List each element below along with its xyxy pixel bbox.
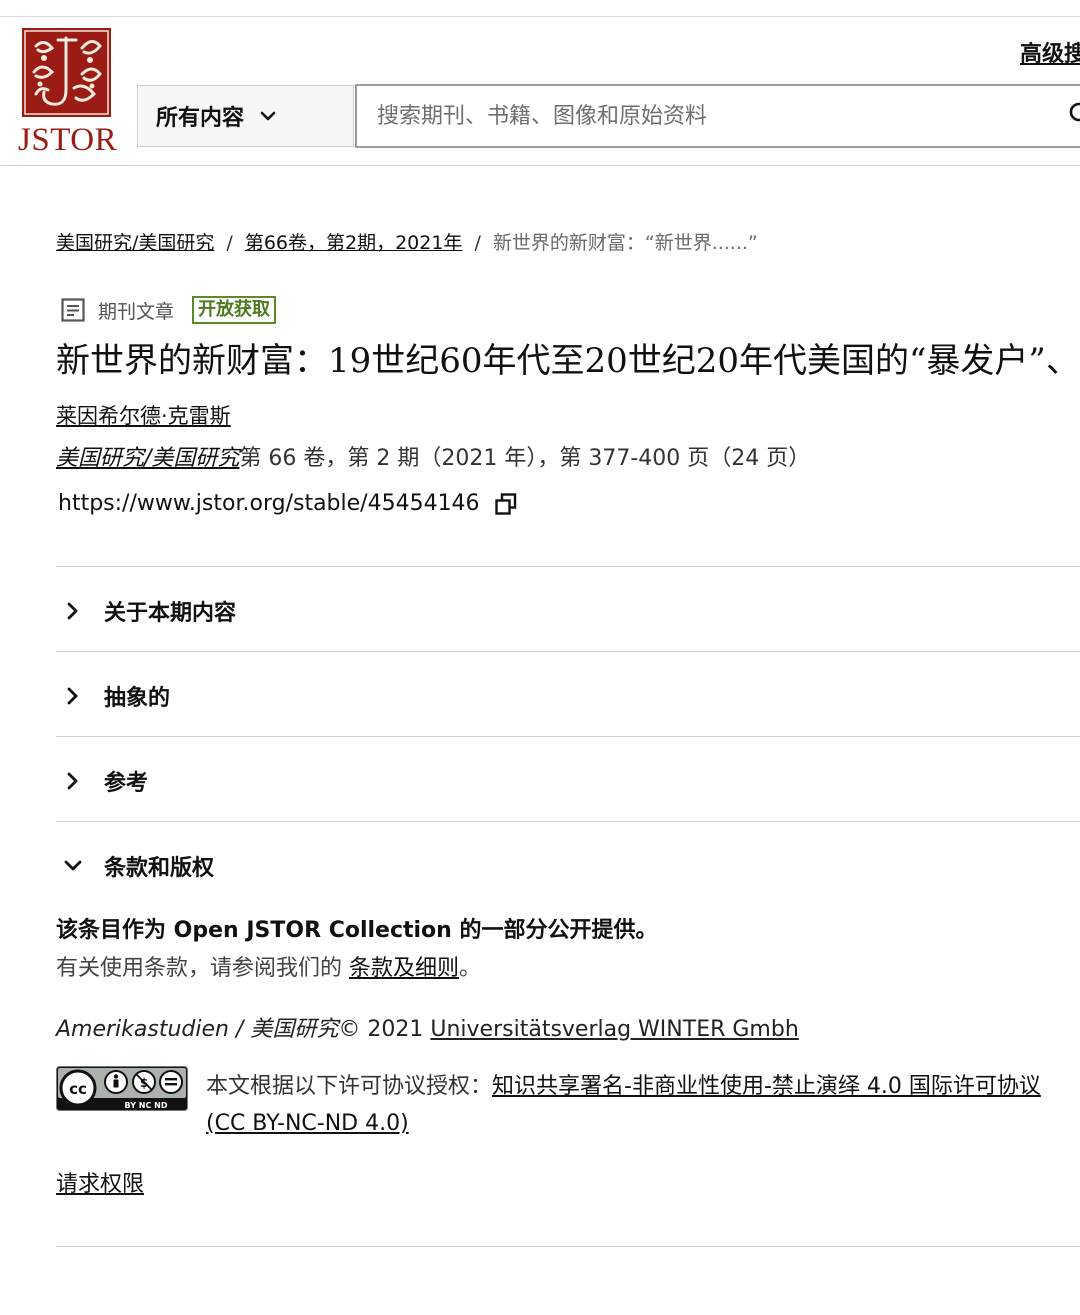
stable-url: https://www.jstor.org/stable/45454146	[58, 491, 480, 516]
copyright-journal: Amerikastudien / 美国研究	[56, 1017, 339, 1042]
accordion-references[interactable]: 参考	[62, 765, 148, 797]
jstor-logo-text: JSTOR	[18, 122, 118, 158]
chevron-down-icon	[258, 106, 278, 126]
cc-badge-label: BY NC ND	[125, 1101, 168, 1110]
usage-terms-suffix: 。	[459, 956, 482, 981]
search-icon[interactable]	[1068, 101, 1080, 127]
jstor-logo-mark	[22, 28, 111, 117]
request-permissions-link[interactable]: 请求权限	[56, 1166, 144, 1198]
header-divider	[0, 165, 1080, 166]
jstor-logo[interactable]: JSTOR	[18, 28, 118, 158]
journal-article-icon	[61, 298, 85, 322]
chevron-right-icon	[62, 770, 84, 792]
journal-link[interactable]: 美国研究/美国研究	[56, 446, 239, 471]
accordion-label: 关于本期内容	[104, 601, 237, 626]
search-input[interactable]	[375, 102, 1059, 130]
usage-terms-text: 有关使用条款，请参阅我们的	[56, 956, 349, 981]
accordion-label: 参考	[104, 771, 149, 796]
accordion-abstract[interactable]: 抽象的	[62, 680, 170, 712]
accordion-label: 抽象的	[104, 686, 171, 711]
search-scope-label: 所有内容	[156, 106, 245, 131]
article-title: 新世界的新财富：19世纪60年代至20世纪20年代美国的“暴发户”、	[56, 341, 1080, 381]
search-box	[355, 84, 1080, 148]
usage-terms-line: 有关使用条款，请参阅我们的 条款及细则。	[56, 950, 481, 982]
author-link[interactable]: 莱因希尔德·克雷斯	[56, 400, 231, 430]
breadcrumb-separator: /	[226, 232, 233, 254]
chevron-down-icon	[62, 855, 84, 877]
license-statement: 本文根据以下许可协议授权：知识共享署名-非商业性使用-禁止演绎 4.0 国际许可…	[206, 1068, 1076, 1142]
section-divider	[56, 821, 1080, 822]
license-prefix: 本文根据以下许可协议授权：	[206, 1074, 493, 1099]
svg-text:cc: cc	[69, 1080, 87, 1098]
top-divider	[0, 16, 1080, 17]
stable-url-row: https://www.jstor.org/stable/45454146	[58, 491, 518, 516]
breadcrumb-issue-link[interactable]: 第66卷，第2期，2021年	[245, 232, 463, 254]
section-divider	[56, 736, 1080, 737]
accordion-label: 条款和版权	[104, 856, 215, 881]
accordion-issue-contents[interactable]: 关于本期内容	[62, 595, 236, 627]
copy-icon[interactable]	[494, 492, 518, 516]
search-scope-dropdown[interactable]: 所有内容	[137, 85, 354, 147]
open-collection-notice: 该条目作为 Open JSTOR Collection 的一部分公开提供。	[56, 918, 658, 943]
open-access-badge: 开放获取	[192, 296, 277, 324]
terms-and-conditions-link[interactable]: 条款及细则	[349, 956, 459, 981]
section-divider	[56, 651, 1080, 652]
citation-line: 美国研究/美国研究第 66 卷，第 2 期（2021 年），第 377-400 …	[56, 440, 810, 472]
copyright-line: Amerikastudien / 美国研究© 2021 Universitäts…	[56, 1011, 799, 1043]
copyright-year: © 2021	[338, 1017, 431, 1042]
content-type-label: 期刊文章	[98, 300, 175, 323]
breadcrumb: 美国研究/美国研究 / 第66卷，第2期，2021年 / 新世界的新财富：“新世界...…	[56, 228, 758, 255]
breadcrumb-current: 新世界的新财富：“新世界......”	[492, 232, 758, 254]
citation-details: 第 66 卷，第 2 期（2021 年），第 377-400 页（24 页）	[239, 446, 811, 471]
cc-license-badge[interactable]: cc $ BY NC ND	[56, 1066, 188, 1111]
chevron-right-icon	[62, 685, 84, 707]
accordion-terms-and-copyright[interactable]: 条款和版权	[62, 850, 214, 882]
content-type-row: 期刊文章 开放获取	[60, 296, 277, 324]
publisher-link[interactable]: Universitätsverlag WINTER Gmbh	[430, 1017, 798, 1042]
section-divider	[56, 1246, 1080, 1247]
breadcrumb-separator: /	[474, 232, 481, 254]
section-divider	[56, 566, 1080, 567]
breadcrumb-journal-link[interactable]: 美国研究/美国研究	[56, 232, 214, 254]
chevron-right-icon	[62, 600, 84, 622]
advanced-search-link[interactable]: 高级搜	[1020, 36, 1080, 68]
